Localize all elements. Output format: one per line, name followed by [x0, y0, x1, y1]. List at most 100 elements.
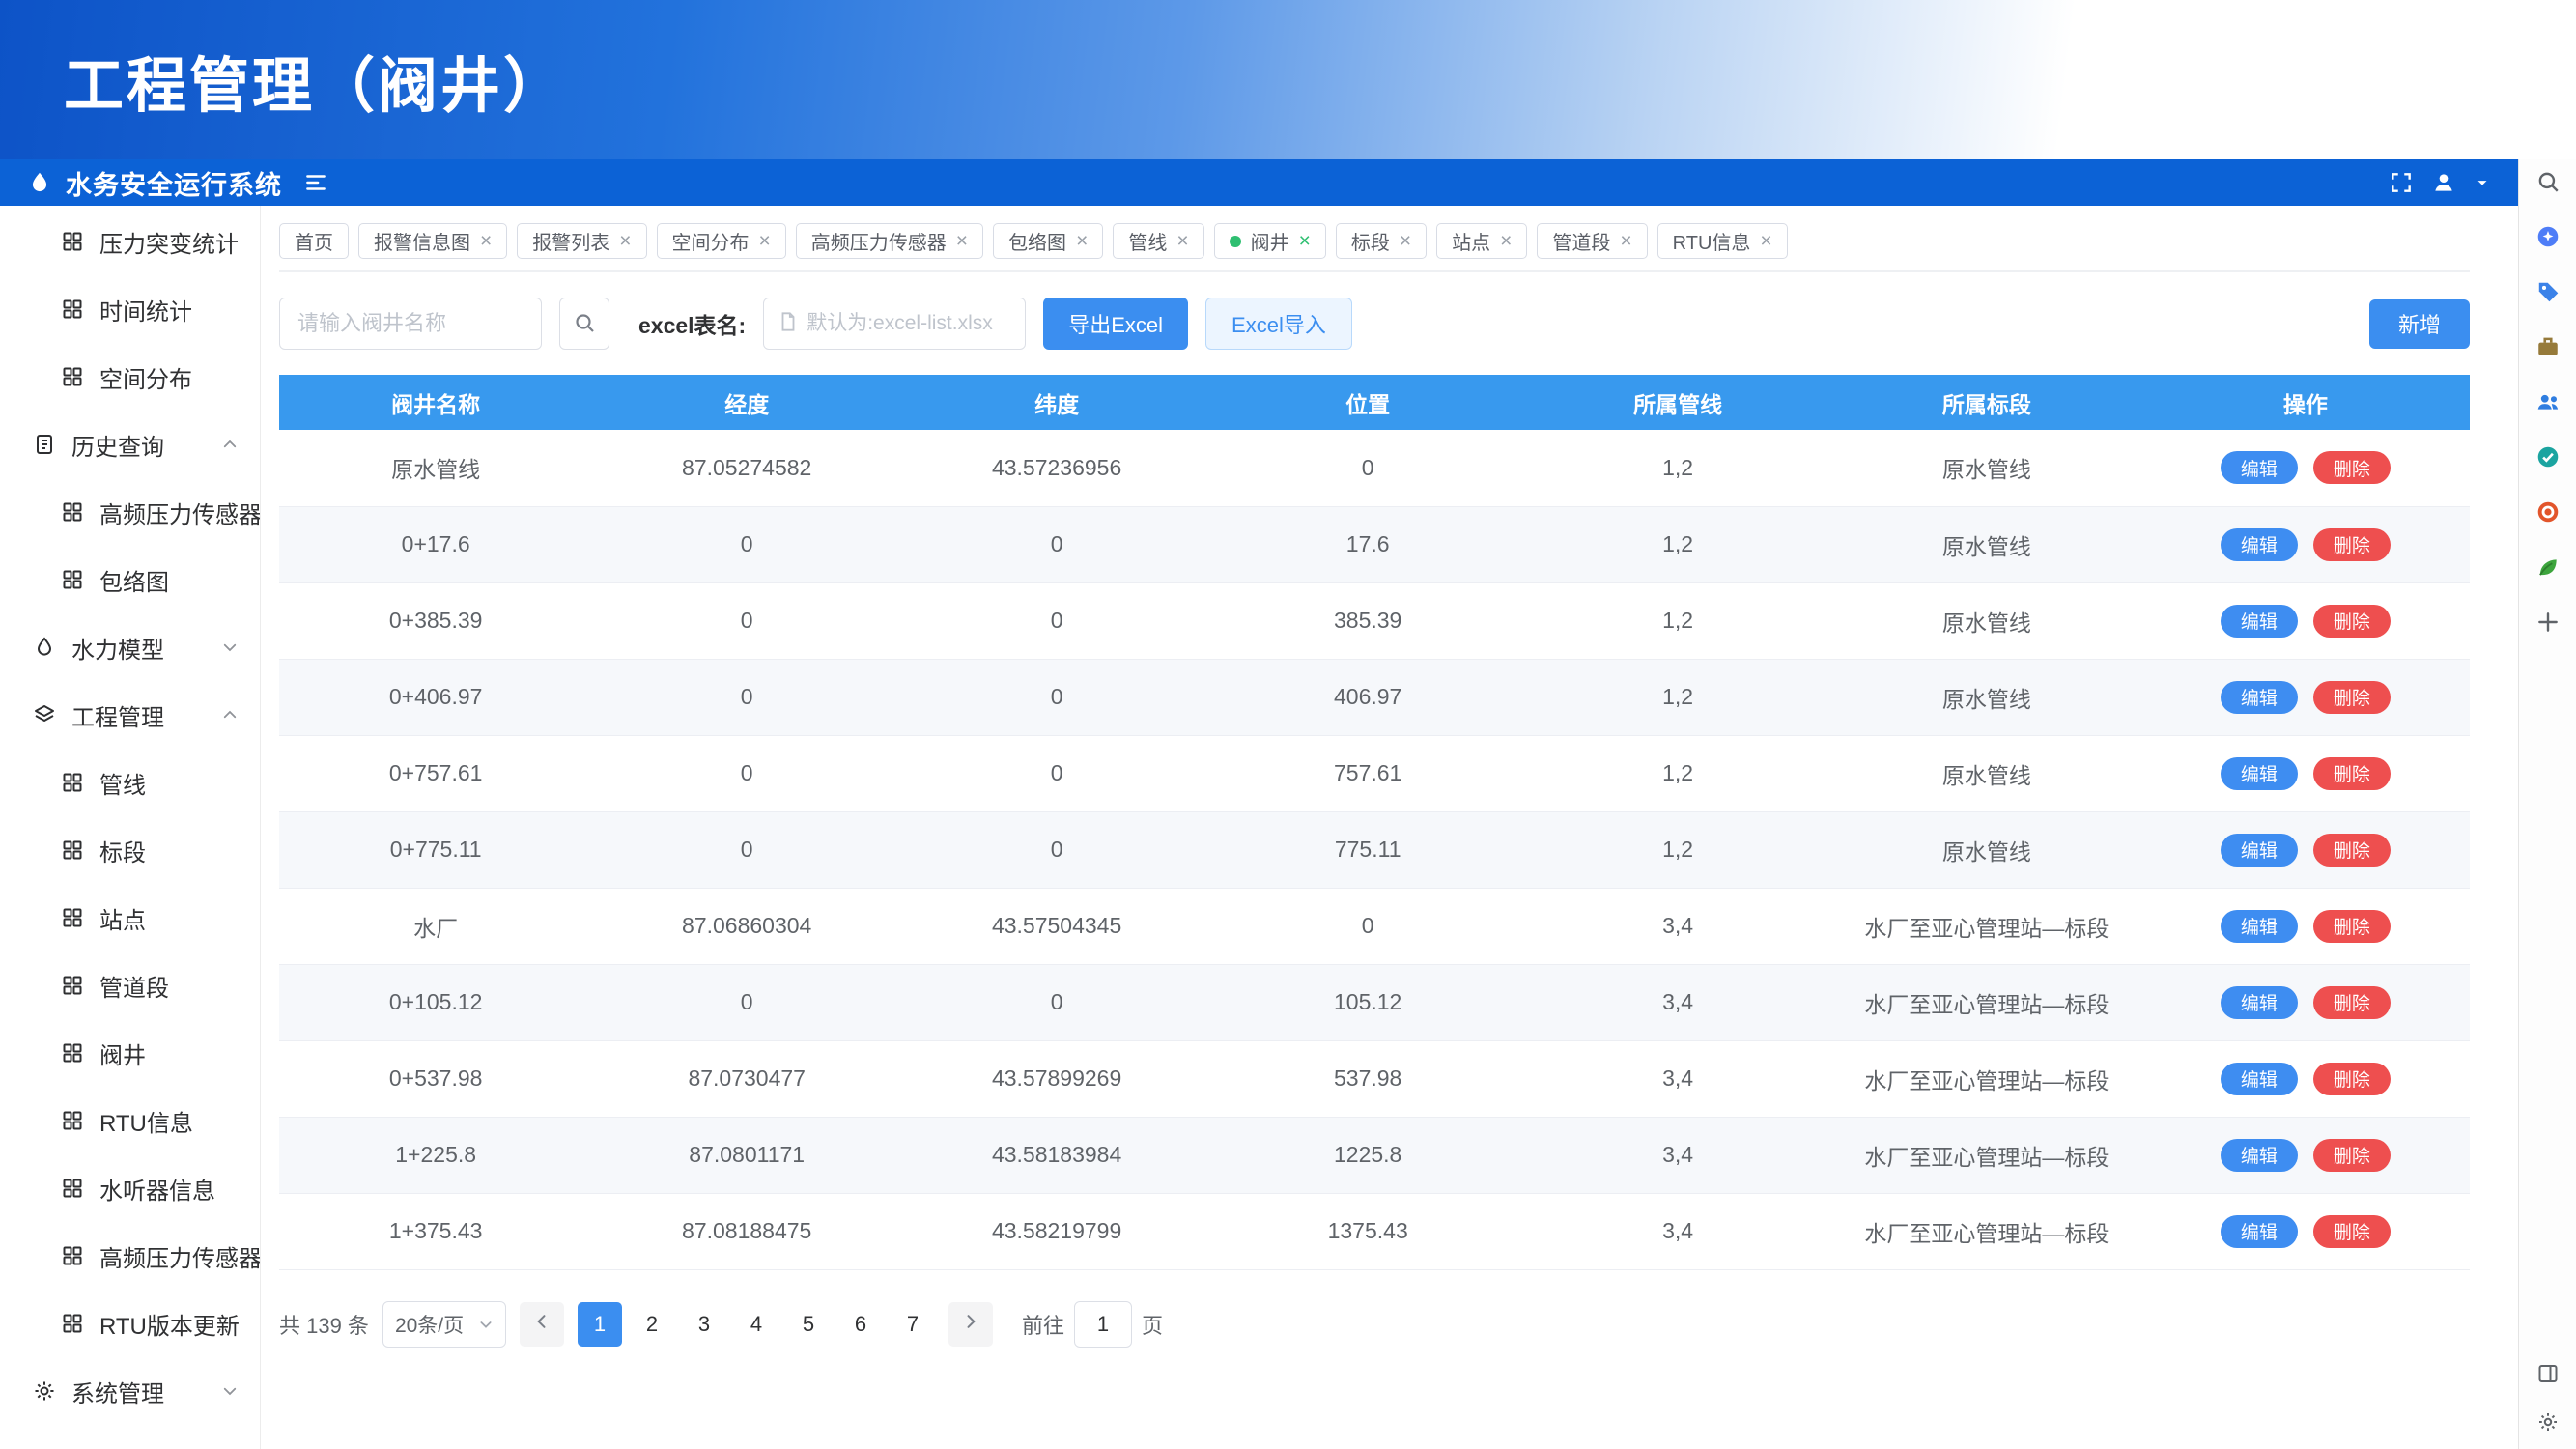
add-icon[interactable] — [2535, 610, 2561, 635]
sidebar-item-label: 管线 — [99, 766, 146, 800]
delete-button[interactable]: 删除 — [2313, 451, 2391, 484]
fullscreen-icon[interactable] — [2389, 170, 2414, 195]
edit-button[interactable]: 编辑 — [2221, 986, 2298, 1019]
tag-icon[interactable] — [2535, 279, 2561, 304]
delete-button[interactable]: 删除 — [2313, 605, 2391, 638]
delete-button[interactable]: 删除 — [2313, 910, 2391, 943]
page-button-6[interactable]: 6 — [838, 1302, 883, 1347]
caret-down-icon[interactable] — [2474, 174, 2491, 191]
delete-button[interactable]: 删除 — [2313, 986, 2391, 1019]
excel-name-input[interactable] — [807, 312, 1011, 335]
sidebar-item-system-mgmt[interactable]: 系统管理 — [0, 1357, 260, 1425]
excel-name-field[interactable] — [763, 298, 1026, 350]
page-button-2[interactable]: 2 — [630, 1302, 674, 1347]
add-button[interactable]: 新增 — [2369, 299, 2470, 349]
close-icon[interactable]: × — [1400, 231, 1411, 251]
close-icon[interactable]: × — [1500, 231, 1512, 251]
sidebar-item-hydraulic-model[interactable]: 水力模型 — [0, 613, 260, 681]
goto-page-input[interactable] — [1074, 1301, 1132, 1348]
edit-button[interactable]: 编辑 — [2221, 528, 2298, 561]
close-icon[interactable]: × — [1760, 231, 1771, 251]
sidebar-item-station[interactable]: 站点 — [0, 884, 260, 952]
search-icon[interactable] — [2535, 169, 2561, 194]
page-button-3[interactable]: 3 — [682, 1302, 726, 1347]
open-panel-icon[interactable] — [2536, 1362, 2560, 1385]
close-icon[interactable]: × — [619, 231, 631, 251]
close-icon[interactable]: × — [1620, 231, 1631, 251]
close-icon[interactable]: × — [1299, 231, 1311, 251]
next-page-button[interactable] — [948, 1302, 993, 1347]
tab-3[interactable]: 空间分布× — [657, 223, 786, 259]
page-size-select[interactable]: 20条/页 — [382, 1301, 506, 1348]
edit-button[interactable]: 编辑 — [2221, 757, 2298, 790]
table-cell: 3,4 — [1523, 964, 1832, 1040]
edit-button[interactable]: 编辑 — [2221, 910, 2298, 943]
edit-button[interactable]: 编辑 — [2221, 1215, 2298, 1248]
edit-button[interactable]: 编辑 — [2221, 605, 2298, 638]
sidebar-item-spatial-distribution[interactable]: 空间分布 — [0, 343, 260, 411]
delete-button[interactable]: 删除 — [2313, 1139, 2391, 1172]
close-icon[interactable]: × — [759, 231, 771, 251]
tab-6[interactable]: 管线× — [1113, 223, 1203, 259]
delete-button[interactable]: 删除 — [2313, 1063, 2391, 1095]
import-excel-button[interactable]: Excel导入 — [1205, 298, 1352, 350]
contacts-icon[interactable] — [2535, 389, 2561, 414]
close-icon[interactable]: × — [956, 231, 968, 251]
sidebar-item-pressure-mutation-stats[interactable]: 压力突变统计 — [0, 208, 260, 275]
sidebar-item-time-stats[interactable]: 时间统计 — [0, 275, 260, 343]
page-button-1[interactable]: 1 — [578, 1302, 622, 1347]
page-button-5[interactable]: 5 — [786, 1302, 831, 1347]
close-icon[interactable]: × — [1176, 231, 1188, 251]
close-icon[interactable]: × — [1076, 231, 1088, 251]
tab-7[interactable]: 阀井× — [1214, 223, 1326, 259]
page-button-7[interactable]: 7 — [891, 1302, 935, 1347]
mail-icon[interactable] — [2535, 499, 2561, 525]
edit-button[interactable]: 编辑 — [2221, 834, 2298, 867]
delete-button[interactable]: 删除 — [2313, 834, 2391, 867]
tab-8[interactable]: 标段× — [1336, 223, 1427, 259]
tab-11[interactable]: RTU信息× — [1657, 223, 1788, 259]
search-button[interactable] — [559, 298, 609, 350]
sidebar-item-section[interactable]: 标段 — [0, 816, 260, 884]
tab-5[interactable]: 包络图× — [993, 223, 1103, 259]
tab-1[interactable]: 报警信息图× — [358, 223, 507, 259]
sidebar-item-rtu-version-update[interactable]: RTU版本更新 — [0, 1290, 260, 1357]
menu-fold-icon[interactable] — [303, 170, 328, 195]
tab-9[interactable]: 站点× — [1436, 223, 1527, 259]
leaf-icon[interactable] — [2535, 554, 2561, 580]
tab-2[interactable]: 报警列表× — [517, 223, 646, 259]
delete-button[interactable]: 删除 — [2313, 757, 2391, 790]
sidebar-item-pipe-segment[interactable]: 管道段 — [0, 952, 260, 1019]
copilot-icon[interactable] — [2535, 224, 2561, 249]
sync-icon[interactable] — [2535, 444, 2561, 469]
edit-button[interactable]: 编辑 — [2221, 451, 2298, 484]
edit-button[interactable]: 编辑 — [2221, 681, 2298, 714]
tab-4[interactable]: 高频压力传感器× — [796, 223, 983, 259]
tab-10[interactable]: 管道段× — [1537, 223, 1647, 259]
prev-page-button[interactable] — [520, 1302, 564, 1347]
sidebar-item-history-query[interactable]: 历史查询 — [0, 411, 260, 478]
sidebar-item-valve-well[interactable]: 阀井 — [0, 1019, 260, 1087]
chevron-up-icon — [221, 706, 239, 724]
page-button-4[interactable]: 4 — [734, 1302, 778, 1347]
sidebar-item-hf-pressure-sensor[interactable]: 高频压力传感器 — [0, 478, 260, 546]
sidebar-item-pipeline[interactable]: 管线 — [0, 749, 260, 816]
briefcase-icon[interactable] — [2535, 334, 2561, 359]
delete-button[interactable]: 删除 — [2313, 681, 2391, 714]
sidebar-item-engineering-mgmt[interactable]: 工程管理 — [0, 681, 260, 749]
edit-button[interactable]: 编辑 — [2221, 1063, 2298, 1095]
settings-icon[interactable] — [2536, 1410, 2560, 1434]
sidebar-item-rtu-info[interactable]: RTU信息 — [0, 1087, 260, 1154]
user-icon[interactable] — [2431, 170, 2456, 195]
sidebar-item-envelope-chart[interactable]: 包络图 — [0, 546, 260, 613]
delete-button[interactable]: 删除 — [2313, 528, 2391, 561]
edit-button[interactable]: 编辑 — [2221, 1139, 2298, 1172]
sidebar-item-hf-pressure-sensor-2[interactable]: 高频压力传感器 — [0, 1222, 260, 1290]
close-icon[interactable]: × — [480, 231, 492, 251]
sidebar-item-hydrophone-info[interactable]: 水听器信息 — [0, 1154, 260, 1222]
export-excel-button[interactable]: 导出Excel — [1043, 298, 1188, 350]
delete-button[interactable]: 删除 — [2313, 1215, 2391, 1248]
tab-0[interactable]: 首页 — [279, 223, 349, 259]
table-cell: 0+17.6 — [279, 506, 592, 582]
valve-name-input[interactable] — [279, 298, 542, 350]
